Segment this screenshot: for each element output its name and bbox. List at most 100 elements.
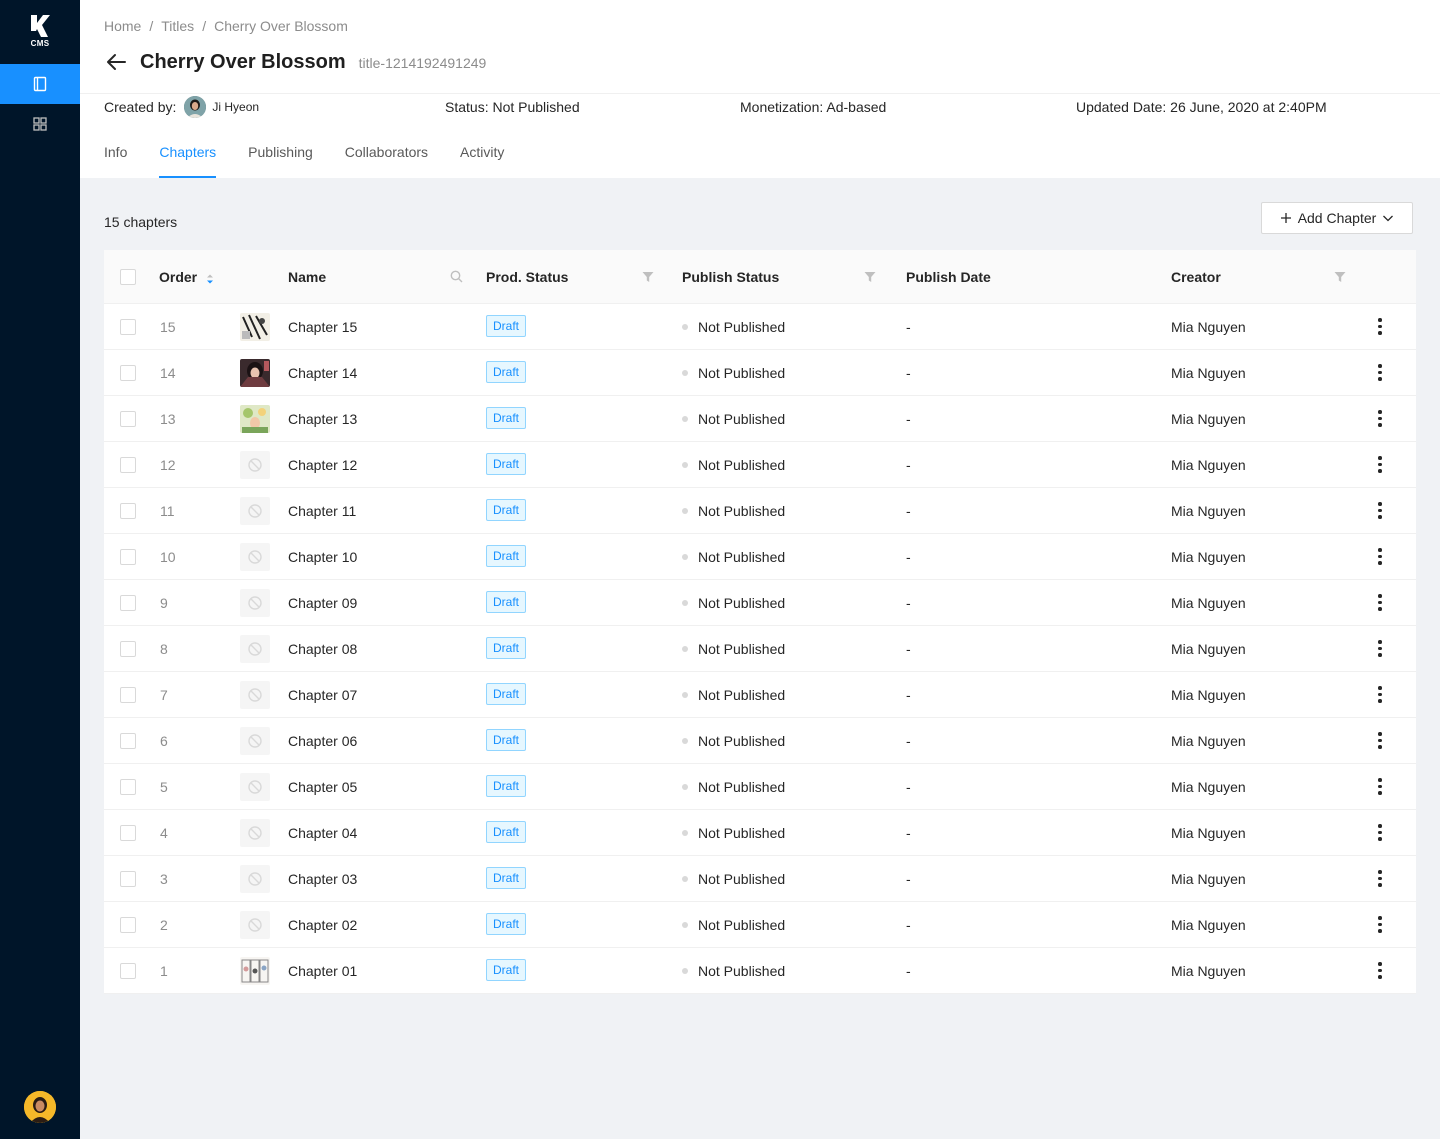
tab-info[interactable]: Info: [104, 144, 127, 178]
draft-badge: Draft: [486, 406, 527, 429]
table-row[interactable]: 14 Chapter 14 Draft Not Published - Mia Nguye…: [104, 350, 1416, 396]
table-row[interactable]: 9 Chapter 09 Draft Not Published - Mia Nguyen: [104, 580, 1416, 626]
more-vertical-icon[interactable]: [1370, 453, 1390, 477]
row-checkbox[interactable]: [120, 502, 136, 519]
more-vertical-icon[interactable]: [1370, 545, 1390, 569]
no-image-icon: [240, 910, 270, 939]
row-checkbox[interactable]: [120, 594, 136, 611]
creator-name[interactable]: Ji Hyeon: [212, 100, 259, 114]
row-checkbox[interactable]: [120, 318, 136, 335]
add-chapter-button[interactable]: Add Chapter: [1261, 202, 1413, 234]
chapter-name[interactable]: Chapter 05: [288, 764, 357, 809]
more-vertical-icon[interactable]: [1370, 361, 1390, 385]
table-row[interactable]: 1 Chapter 01 Draft Not Published - Mia Nguyen: [104, 948, 1416, 994]
more-vertical-icon[interactable]: [1370, 729, 1390, 753]
chapter-name[interactable]: Chapter 08: [288, 626, 357, 671]
creator-name: Mia Nguyen: [1171, 548, 1246, 565]
more-vertical-icon[interactable]: [1370, 821, 1390, 845]
breadcrumb-home[interactable]: Home: [104, 18, 141, 34]
table-row[interactable]: 4 Chapter 04 Draft Not Published - Mia Nguyen: [104, 810, 1416, 856]
name-search-button[interactable]: [450, 250, 463, 303]
more-vertical-icon[interactable]: [1370, 407, 1390, 431]
table-row[interactable]: 13 Chapter 13 Draft Not Published - Mia Nguye…: [104, 396, 1416, 442]
table-row[interactable]: 8 Chapter 08 Draft Not Published - Mia Nguyen: [104, 626, 1416, 672]
table-row[interactable]: 12 Chapter 12 Draft Not Published - Mia Nguye…: [104, 442, 1416, 488]
chapter-name[interactable]: Chapter 13: [288, 396, 357, 441]
row-checkbox[interactable]: [120, 640, 136, 657]
more-vertical-icon[interactable]: [1370, 683, 1390, 707]
draft-badge: Draft: [486, 820, 527, 843]
publish-status-text: Not Published: [698, 410, 786, 427]
more-vertical-icon[interactable]: [1370, 499, 1390, 523]
row-checkbox[interactable]: [120, 456, 136, 473]
chapter-name[interactable]: Chapter 07: [288, 672, 357, 717]
breadcrumb-titles[interactable]: Titles: [161, 18, 194, 34]
publish-status-text: Not Published: [698, 686, 786, 703]
tab-activity[interactable]: Activity: [460, 144, 504, 178]
select-all-checkbox[interactable]: [120, 268, 136, 285]
creator-name: Mia Nguyen: [1171, 870, 1246, 887]
chapter-name[interactable]: Chapter 12: [288, 442, 357, 487]
table-row[interactable]: 3 Chapter 03 Draft Not Published - Mia Nguyen: [104, 856, 1416, 902]
chapter-name[interactable]: Chapter 01: [288, 948, 357, 993]
publish-status-cell: Not Published: [682, 810, 785, 855]
status-dot: [682, 415, 688, 422]
more-vertical-icon[interactable]: [1370, 775, 1390, 799]
breadcrumb: Home / Titles / Cherry Over Blossom: [104, 18, 348, 34]
chapter-name[interactable]: Chapter 15: [288, 304, 357, 349]
chapter-name[interactable]: Chapter 02: [288, 902, 357, 947]
row-checkbox[interactable]: [120, 686, 136, 703]
table-row[interactable]: 7 Chapter 07 Draft Not Published - Mia Nguyen: [104, 672, 1416, 718]
publish-status-filter-button[interactable]: [864, 250, 876, 303]
table-row[interactable]: 6 Chapter 06 Draft Not Published - Mia Nguyen: [104, 718, 1416, 764]
sidebar-item-dashboard[interactable]: [0, 104, 80, 144]
user-avatar[interactable]: [24, 1091, 56, 1123]
back-button[interactable]: [104, 48, 128, 76]
table-header: Order Name Prod. Status Publish Status P…: [104, 250, 1416, 304]
row-checkbox[interactable]: [120, 778, 136, 795]
row-checkbox[interactable]: [120, 962, 136, 979]
chapter-name[interactable]: Chapter 14: [288, 350, 357, 395]
column-publish-status: Publish Status: [682, 250, 779, 303]
more-vertical-icon[interactable]: [1370, 867, 1390, 891]
more-vertical-icon[interactable]: [1370, 959, 1390, 983]
table-row[interactable]: 2 Chapter 02 Draft Not Published - Mia Nguyen: [104, 902, 1416, 948]
row-checkbox[interactable]: [120, 732, 136, 749]
row-checkbox[interactable]: [120, 548, 136, 565]
app-logo[interactable]: CMS: [25, 14, 55, 50]
chapter-name[interactable]: Chapter 03: [288, 856, 357, 901]
creator-filter-button[interactable]: [1334, 250, 1346, 303]
prod-status-filter-button[interactable]: [642, 250, 654, 303]
row-checkbox[interactable]: [120, 870, 136, 887]
tab-collaborators[interactable]: Collaborators: [345, 144, 428, 178]
table-row[interactable]: 10 Chapter 10 Draft Not Published - Mia Nguye…: [104, 534, 1416, 580]
more-vertical-icon[interactable]: [1370, 913, 1390, 937]
more-vertical-icon[interactable]: [1370, 315, 1390, 339]
row-checkbox[interactable]: [120, 364, 136, 381]
chapter-name[interactable]: Chapter 11: [288, 488, 356, 533]
page-title: Cherry Over Blossom: [140, 50, 346, 73]
chapter-name[interactable]: Chapter 09: [288, 580, 357, 625]
chapters-table: Order Name Prod. Status Publish Status P…: [104, 250, 1416, 994]
prod-status-cell: Draft: [486, 856, 527, 901]
tab-chapters[interactable]: Chapters: [159, 144, 216, 178]
table-row[interactable]: 15 Chapter 15 Draft Not Published - Mia Nguye…: [104, 304, 1416, 350]
creator-name: Mia Nguyen: [1171, 456, 1246, 473]
row-checkbox[interactable]: [120, 410, 136, 427]
prod-status-cell: Draft: [486, 580, 527, 625]
row-checkbox[interactable]: [120, 824, 136, 841]
table-row[interactable]: 11 Chapter 11 Draft Not Published - Mia Nguye…: [104, 488, 1416, 534]
chapter-name[interactable]: Chapter 04: [288, 810, 357, 855]
publish-status-text: Not Published: [698, 364, 786, 381]
sidebar-item-titles[interactable]: [0, 64, 80, 104]
tab-publishing[interactable]: Publishing: [248, 144, 313, 178]
row-select-cell: [120, 856, 136, 901]
chapter-name[interactable]: Chapter 06: [288, 718, 357, 763]
column-name-label: Name: [288, 268, 327, 285]
row-checkbox[interactable]: [120, 916, 136, 933]
more-vertical-icon[interactable]: [1370, 637, 1390, 661]
table-row[interactable]: 5 Chapter 05 Draft Not Published - Mia Nguyen: [104, 764, 1416, 810]
chapter-name[interactable]: Chapter 10: [288, 534, 357, 579]
more-vertical-icon[interactable]: [1370, 591, 1390, 615]
column-order[interactable]: Order: [159, 250, 215, 303]
